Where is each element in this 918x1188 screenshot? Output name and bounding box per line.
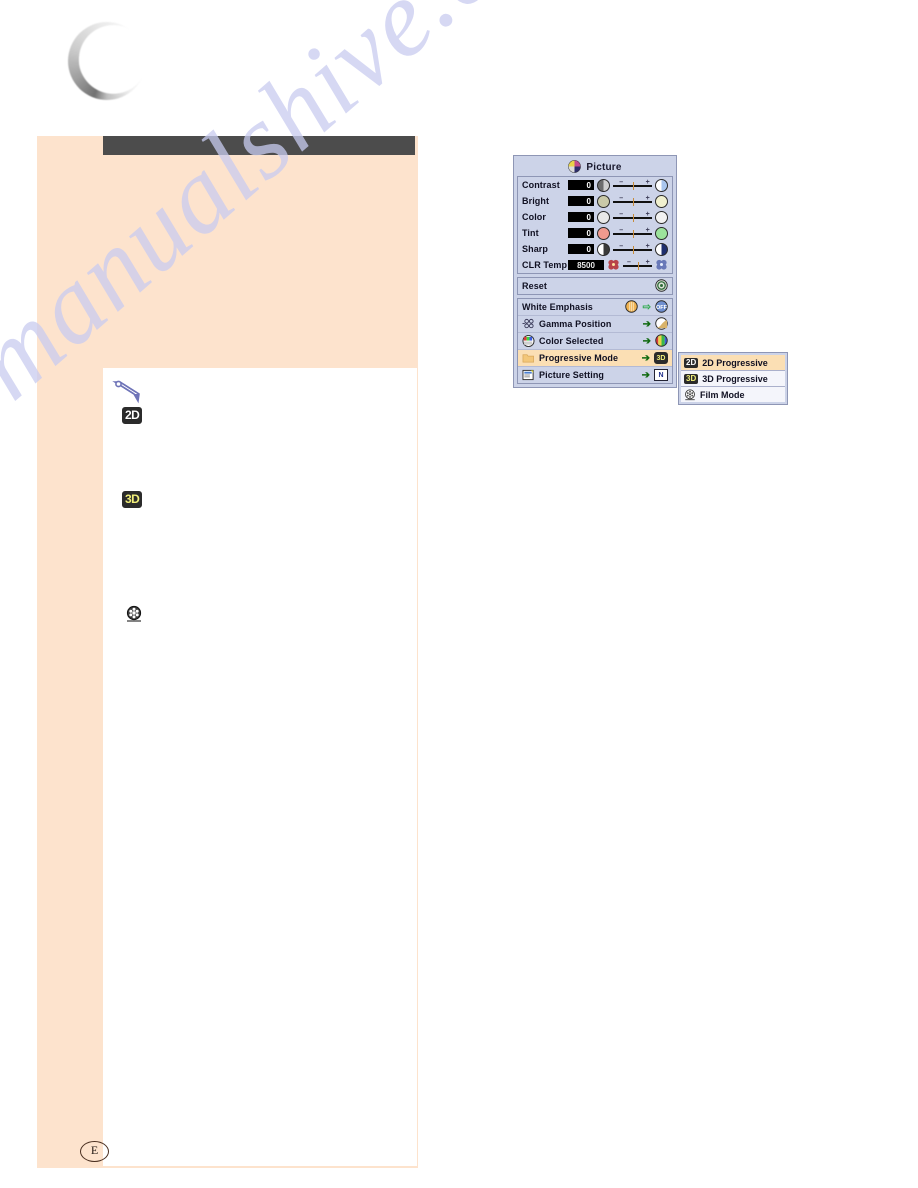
tint-value: 0 [568, 228, 594, 238]
osd-reset-panel: Reset [517, 277, 673, 295]
progressive-mode-arrow: ➔ [641, 352, 650, 364]
submenu-item-2d-progressive[interactable]: 2D 2D Progressive [681, 355, 785, 371]
bright-slider-track[interactable]: – + [613, 195, 652, 208]
color-low-icon [597, 210, 610, 224]
osd-title-bar: Picture [517, 159, 673, 176]
osd-row-sharp[interactable]: Sharp 0 – + [518, 241, 672, 257]
gamma-icon [522, 318, 535, 330]
slider-center-mark [637, 261, 639, 270]
white-emphasis-label: White Emphasis [522, 302, 593, 312]
color-high-icon [655, 210, 668, 224]
sharp-slider-track[interactable]: – + [613, 243, 652, 256]
reset-icon [655, 278, 668, 294]
progressive-mode-label: Progressive Mode [539, 353, 619, 363]
progressive-mode-value: 3D [654, 352, 668, 364]
note-block [103, 368, 417, 1166]
contrast-label: Contrast [522, 180, 560, 190]
white-emphasis-arrow: ⇨ [642, 301, 651, 313]
crescent-logo [68, 22, 146, 100]
slider-center-mark [632, 229, 634, 238]
osd-row-progressive-mode[interactable]: Progressive Mode ➔ 3D [518, 349, 672, 366]
picture-setting-arrow: ➔ [641, 369, 650, 381]
bright-value: 0 [568, 196, 594, 206]
progressive-mode-submenu: 2D 2D Progressive 3D 3D Progressive Film… [678, 352, 788, 405]
bright-label: Bright [522, 196, 550, 206]
color-selected-icon [522, 335, 535, 347]
osd-row-color[interactable]: Color 0 – + [518, 209, 672, 225]
clr-temp-slider-track[interactable]: – + [623, 259, 652, 272]
submenu-label-2d: 2D Progressive [702, 357, 768, 368]
osd-picture-menu: Picture Contrast 0 – + Bright 0 – + Colo… [513, 155, 677, 388]
pencil-note-icon [112, 378, 146, 404]
progressive-icon [522, 352, 535, 364]
osd-row-contrast[interactable]: Contrast 0 – + [518, 177, 672, 193]
slider-center-mark [632, 213, 634, 222]
contrast-slider-track[interactable]: – + [613, 179, 652, 192]
3d-badge-icon: 3D [684, 373, 699, 384]
picture-setting-label: Picture Setting [539, 370, 605, 380]
osd-slider-panel: Contrast 0 – + Bright 0 – + Color 0 – + … [517, 176, 673, 274]
white-emphasis-value-icon: OFF [655, 299, 668, 315]
slider-center-mark [632, 245, 634, 254]
film-reel-icon [684, 388, 696, 401]
clr-temp-label: CLR Temp [522, 260, 568, 270]
sharpness-icon [597, 242, 610, 256]
gamma-position-label: Gamma Position [539, 319, 612, 329]
film-reel-icon [125, 605, 143, 623]
2d-badge-icon: 2D [684, 357, 699, 368]
section-header-bar [103, 136, 415, 155]
color-bars-icon [655, 333, 668, 349]
osd-row-bright[interactable]: Bright 0 – + [518, 193, 672, 209]
osd-row-color-selected[interactable]: Color Selected ➔ [518, 332, 672, 349]
color-value: 0 [568, 212, 594, 222]
manual-page: 2D 3D E Picture Contrast 0 – + Bright 0 … [0, 0, 918, 1188]
tint-green-icon [655, 226, 668, 240]
3d-badge: 3D [122, 491, 143, 508]
2d-badge: 2D [122, 407, 143, 424]
submenu-label-film: Film Mode [700, 389, 745, 400]
tint-slider-track[interactable]: – + [613, 227, 652, 240]
gamma-position-arrow: ➔ [642, 318, 651, 330]
brightness-icon [655, 194, 668, 208]
tint-red-icon [597, 226, 610, 240]
clr-temp-high-icon [655, 258, 668, 273]
osd-row-white-emphasis[interactable]: White Emphasis ⇨ OFF [518, 299, 672, 315]
osd-row-reset[interactable]: Reset [518, 278, 672, 294]
osd-title-label: Picture [586, 162, 622, 173]
picture-setting-value: N [654, 369, 668, 381]
submenu-item-film-mode[interactable]: Film Mode [681, 387, 785, 402]
color-label: Color [522, 212, 546, 222]
slider-center-mark [632, 181, 634, 190]
clr-temp-low-icon [607, 258, 620, 273]
svg-text:OFF: OFF [656, 304, 668, 310]
color-slider-track[interactable]: – + [613, 211, 652, 224]
color-selected-arrow: ➔ [642, 335, 651, 347]
color-selected-label: Color Selected [539, 336, 604, 346]
osd-row-gamma-position[interactable]: Gamma Position ➔ [518, 315, 672, 332]
contrast-icon [597, 178, 610, 192]
brightness-icon [597, 194, 610, 208]
sharpness-icon [655, 242, 668, 256]
sharp-label: Sharp [522, 244, 549, 254]
clr-temp-value: 8500 [568, 260, 604, 270]
osd-row-picture-setting[interactable]: Picture Setting ➔ N [518, 366, 672, 383]
slider-center-mark [632, 197, 634, 206]
contrast-icon [655, 178, 668, 192]
reset-label: Reset [522, 281, 548, 291]
contrast-value: 0 [568, 180, 594, 190]
language-mark: E [80, 1141, 109, 1162]
tint-label: Tint [522, 228, 539, 238]
submenu-label-3d: 3D Progressive [702, 373, 768, 384]
submenu-item-3d-progressive[interactable]: 3D 3D Progressive [681, 371, 785, 387]
osd-items-panel: White Emphasis ⇨ OFF Gamma Position ➔ Co… [517, 298, 673, 384]
white-emphasis-icon [624, 299, 638, 315]
osd-row-clr-temp[interactable]: CLR Temp 8500 – + [518, 257, 672, 273]
gamma-curve-icon [655, 316, 668, 332]
osd-row-tint[interactable]: Tint 0 – + [518, 225, 672, 241]
picture-setting-icon [522, 369, 535, 381]
sharp-value: 0 [568, 244, 594, 254]
picture-icon [568, 159, 582, 176]
